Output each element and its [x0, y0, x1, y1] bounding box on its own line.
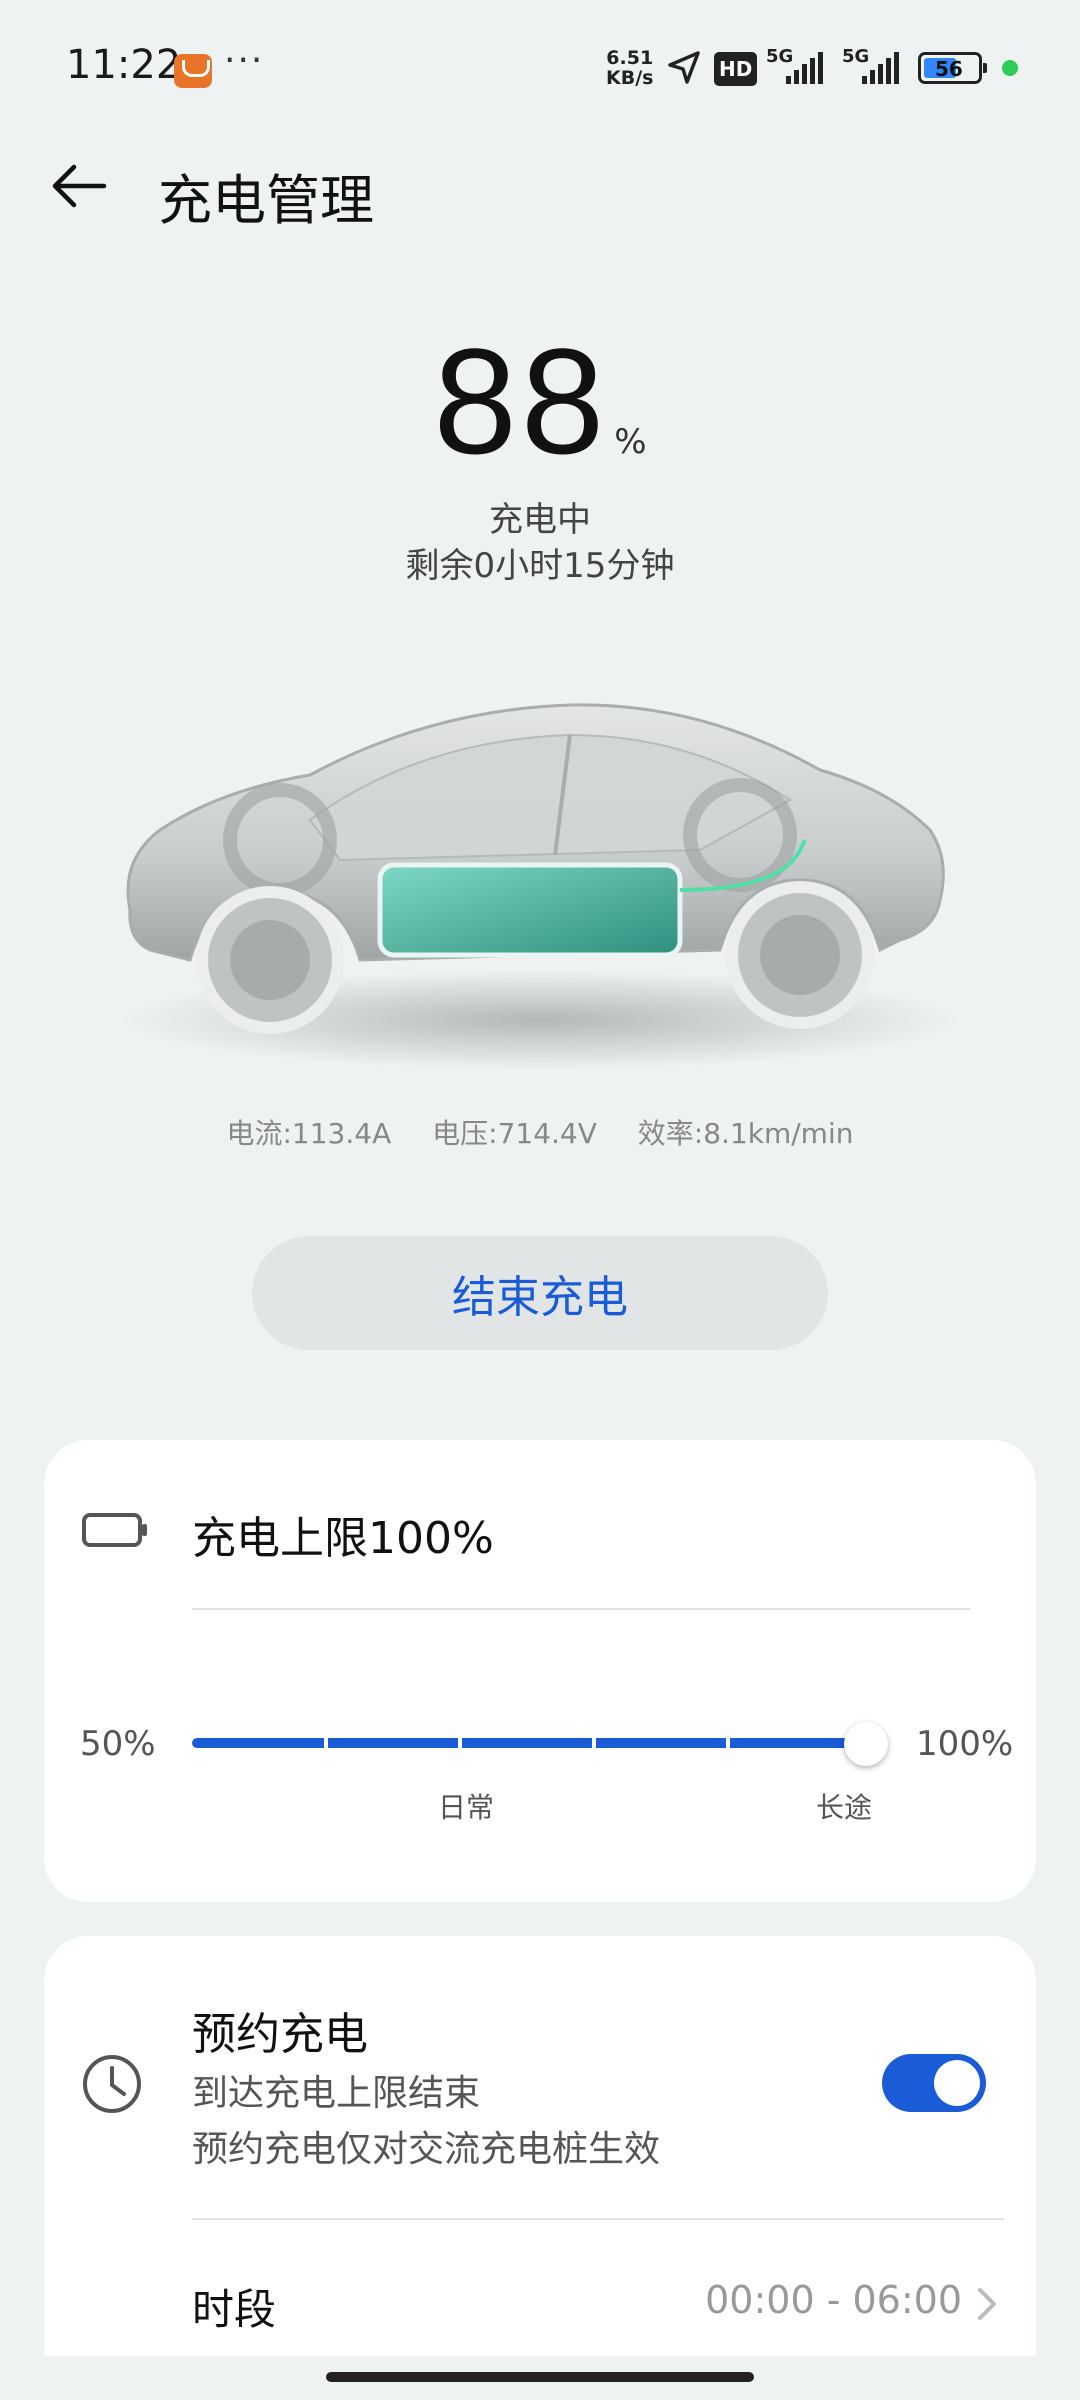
charge-remaining-time: 剩余0小时15分钟	[405, 546, 675, 586]
scheduled-charging-subtitle: 到达充电上限结束	[192, 2073, 481, 2114]
cell-signal-1-icon: 5G	[766, 46, 828, 90]
network-speed-value: 6.51	[606, 47, 654, 69]
signal-2-label: 5G	[842, 46, 870, 67]
slider-thumb[interactable]	[844, 1722, 888, 1766]
scheduled-charging-card: 预约充电 到达充电上限结束 预约充电仅对交流充电桩生效 时段 00:00 - 0…	[44, 1936, 1036, 2356]
charge-limit-slider[interactable]	[192, 1738, 864, 1748]
slider-tick	[458, 1738, 462, 1748]
end-charging-button[interactable]: 结束充电	[252, 1236, 828, 1350]
cell-signal-2-icon: 5G	[842, 46, 904, 90]
stat-current: 电流:113.4A	[226, 1117, 392, 1150]
slider-label-longtrip: 长途	[816, 1791, 873, 1824]
network-speed: 6.51 KB/s	[606, 48, 653, 88]
status-bar: 11:22 ··· 6.51 KB/s HD 5G 5G 56	[0, 0, 1080, 140]
slider-tick	[324, 1738, 328, 1748]
divider	[192, 1608, 970, 1610]
home-indicator[interactable]	[326, 2372, 754, 2382]
toggle-knob	[934, 2060, 980, 2106]
network-speed-unit: KB/s	[606, 67, 654, 89]
slider-label-daily: 日常	[438, 1791, 495, 1824]
slider-min-label: 50%	[80, 1724, 156, 1764]
battery-icon: 56	[918, 52, 987, 84]
slider-tick	[592, 1738, 596, 1748]
app-notification-icon	[174, 54, 212, 88]
hd-voice-icon: HD	[714, 52, 758, 86]
screen: 11:22 ··· 6.51 KB/s HD 5G 5G 56 充电管理 88 …	[0, 0, 1080, 2400]
battery-level: 56	[935, 57, 963, 81]
page-title: 充电管理	[158, 169, 374, 232]
divider	[192, 2218, 1004, 2220]
charge-limit-card: 充电上限100% 50% 100% 日常 长途	[44, 1440, 1036, 1902]
car-battery-illustration	[120, 703, 960, 1070]
location-arrow-icon	[668, 51, 700, 84]
scheduled-charging-toggle[interactable]	[882, 2054, 986, 2112]
charge-percent-display: 88%	[0, 326, 1080, 476]
more-notifications-icon: ···	[224, 40, 265, 81]
scheduled-charging-title: 预约充电	[192, 2009, 368, 2060]
stat-voltage: 电压:714.4V	[432, 1117, 597, 1150]
charge-percent-value: 88	[433, 317, 609, 485]
status-time: 11:22	[66, 42, 182, 88]
scheduled-charging-note: 预约充电仅对交流充电桩生效	[192, 2129, 661, 2170]
charge-percent-unit: %	[614, 422, 647, 462]
period-label: 时段	[192, 2285, 277, 2334]
slider-tick	[726, 1738, 730, 1748]
slider-max-label: 100%	[916, 1724, 1014, 1764]
charge-limit-title: 充电上限100%	[192, 1513, 494, 1564]
chevron-right-icon[interactable]	[972, 2286, 1000, 2322]
battery-outline-icon	[82, 1513, 147, 1547]
back-arrow-icon[interactable]	[44, 150, 116, 222]
clock-icon	[83, 2055, 141, 2113]
privacy-indicator-dot	[1002, 60, 1018, 76]
signal-1-label: 5G	[766, 46, 794, 67]
period-value[interactable]: 00:00 - 06:00	[705, 2278, 962, 2322]
charge-status: 充电中	[489, 500, 591, 540]
charging-stats: 电流:113.4A 电压:714.4V 效率:8.1km/min	[0, 1112, 1080, 1152]
stat-efficiency: 效率:8.1km/min	[637, 1117, 854, 1150]
